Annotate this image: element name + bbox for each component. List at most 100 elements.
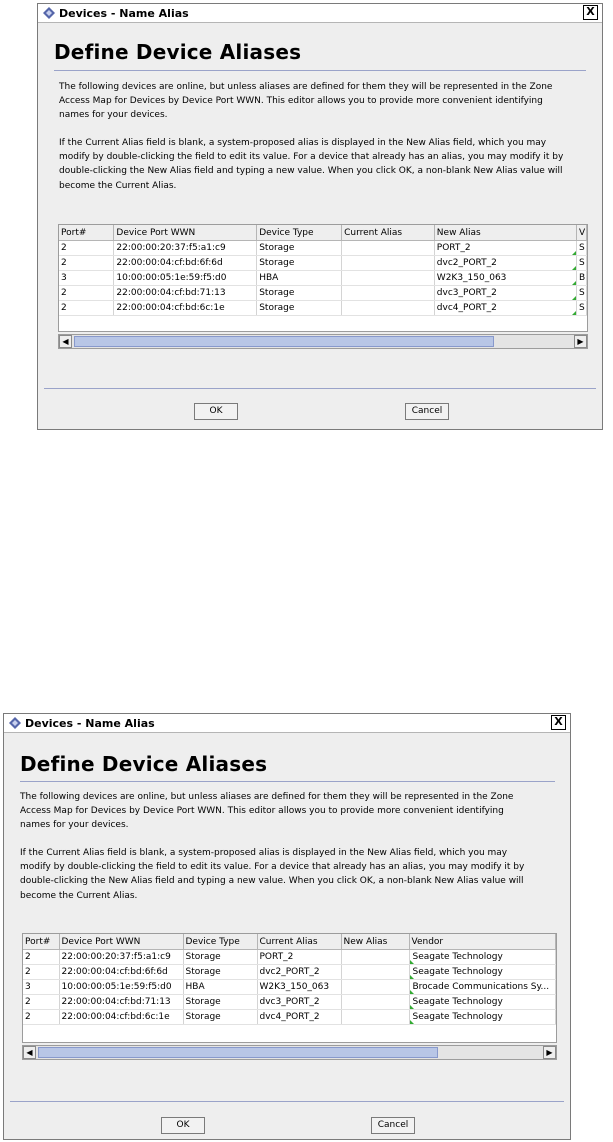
scroll-thumb[interactable]: [74, 336, 494, 347]
device-type-cell: Storage: [256, 255, 343, 271]
table-row[interactable]: 3 10:00:00:05:1e:59:f5:d0 HBA W2K3_150_0…: [59, 270, 587, 286]
table-row[interactable]: 2 22:00:00:20:37:f5:a1:c9 Storage PORT_2…: [59, 240, 587, 256]
device-type-cell: Storage: [256, 285, 343, 301]
horizontal-scrollbar[interactable]: ◀ ▶: [22, 1045, 557, 1060]
ok-button[interactable]: OK: [194, 403, 238, 420]
device-type-cell: Storage: [183, 1009, 258, 1025]
wwn-cell: 22:00:00:04:cf:bd:6f:6d: [113, 255, 258, 271]
table-row[interactable]: 2 22:00:00:20:37:f5:a1:c9 Storage PORT_2…: [23, 949, 556, 965]
vendor-cell: Seagate Technology: [409, 964, 556, 980]
new-alias-cell[interactable]: [341, 1009, 410, 1025]
wwn-cell: 22:00:00:04:cf:bd:71:13: [113, 285, 258, 301]
wwn-cell: 10:00:00:05:1e:59:f5:d0: [59, 979, 184, 995]
new-alias-cell[interactable]: dvc2_PORT_2: [434, 255, 577, 271]
wwn-cell: 22:00:00:04:cf:bd:6c:1e: [113, 300, 258, 316]
window-title: Devices - Name Alias: [59, 6, 189, 20]
intro-text: The following devices are online, but un…: [20, 792, 514, 831]
device-type-cell: Storage: [256, 240, 343, 256]
new-alias-cell[interactable]: [341, 949, 410, 965]
vendor-cell: B: [576, 270, 587, 286]
wwn-cell: 22:00:00:20:37:f5:a1:c9: [59, 949, 184, 965]
port-cell: 2: [23, 1009, 60, 1025]
detail-text: If the Current Alias field is blank, a s…: [59, 138, 564, 191]
intro-text: The following devices are online, but un…: [59, 82, 553, 121]
column-header-vendor[interactable]: V: [576, 225, 587, 241]
device-type-cell: Storage: [183, 949, 258, 965]
port-cell: 2: [23, 994, 60, 1010]
device-type-cell: Storage: [256, 300, 343, 316]
horizontal-scrollbar[interactable]: ◀ ▶: [58, 334, 588, 349]
table-header-row: Port# Device Port WWN Device Type Curren…: [23, 934, 556, 950]
table-row[interactable]: 2 22:00:00:04:cf:bd:71:13 Storage dvc3_P…: [23, 994, 556, 1010]
window-titlebar[interactable]: Devices - Name Alias X: [4, 714, 570, 733]
window-titlebar[interactable]: Devices - Name Alias X: [38, 4, 602, 23]
close-icon[interactable]: X: [551, 715, 566, 730]
port-cell: 2: [59, 255, 115, 271]
column-header-new-alias[interactable]: New Alias: [434, 225, 577, 241]
vendor-cell: Seagate Technology: [409, 994, 556, 1010]
port-cell: 3: [23, 979, 60, 995]
new-alias-cell[interactable]: [341, 994, 410, 1010]
scroll-right-icon[interactable]: ▶: [543, 1046, 556, 1059]
current-alias-cell: dvc2_PORT_2: [257, 964, 342, 980]
window-title: Devices - Name Alias: [25, 716, 155, 730]
column-header-vendor[interactable]: Vendor: [409, 934, 556, 950]
column-header-new-alias[interactable]: New Alias: [341, 934, 410, 950]
scroll-right-icon[interactable]: ▶: [574, 335, 587, 348]
column-header-current-alias[interactable]: Current Alias: [257, 934, 342, 950]
vendor-cell: Seagate Technology: [409, 949, 556, 965]
footer-divider: [44, 388, 596, 389]
vendor-cell: Seagate Technology: [409, 1009, 556, 1025]
scroll-left-icon[interactable]: ◀: [23, 1046, 36, 1059]
column-header-device-type[interactable]: Device Type: [183, 934, 258, 950]
scroll-thumb[interactable]: [38, 1047, 438, 1058]
column-header-current-alias[interactable]: Current Alias: [341, 225, 435, 241]
current-alias-cell: PORT_2: [257, 949, 342, 965]
new-alias-cell[interactable]: PORT_2: [434, 240, 577, 256]
port-cell: 2: [59, 285, 115, 301]
close-icon[interactable]: X: [583, 5, 598, 20]
table-row[interactable]: 2 22:00:00:04:cf:bd:71:13 Storage dvc3_P…: [59, 285, 587, 301]
new-alias-cell[interactable]: [341, 979, 410, 995]
current-alias-cell: [341, 285, 435, 301]
new-alias-cell[interactable]: dvc3_PORT_2: [434, 285, 577, 301]
app-logo-icon: [8, 716, 22, 730]
port-cell: 3: [59, 270, 115, 286]
column-header-wwn[interactable]: Device Port WWN: [113, 225, 258, 241]
port-cell: 2: [59, 300, 115, 316]
current-alias-cell: [341, 240, 435, 256]
table-header-row: Port# Device Port WWN Device Type Curren…: [59, 225, 587, 241]
scroll-left-icon[interactable]: ◀: [59, 335, 72, 348]
port-cell: 2: [23, 964, 60, 980]
current-alias-cell: [341, 300, 435, 316]
vendor-cell: S: [576, 285, 587, 301]
cancel-button[interactable]: Cancel: [371, 1117, 415, 1134]
wwn-cell: 22:00:00:04:cf:bd:71:13: [59, 994, 184, 1010]
new-alias-cell[interactable]: dvc4_PORT_2: [434, 300, 577, 316]
column-header-port[interactable]: Port#: [23, 934, 60, 950]
wwn-cell: 22:00:00:20:37:f5:a1:c9: [113, 240, 258, 256]
new-alias-cell[interactable]: W2K3_150_063: [434, 270, 577, 286]
column-header-wwn[interactable]: Device Port WWN: [59, 934, 184, 950]
name-alias-dialog-before: Devices - Name Alias X Define Device Ali…: [37, 3, 603, 430]
table-row[interactable]: 2 22:00:00:04:cf:bd:6c:1e Storage dvc4_P…: [59, 300, 587, 316]
device-alias-table: Port# Device Port WWN Device Type Curren…: [22, 933, 557, 1043]
current-alias-cell: [341, 270, 435, 286]
port-cell: 2: [23, 949, 60, 965]
device-type-cell: Storage: [183, 994, 258, 1010]
heading-divider: [20, 781, 555, 782]
column-header-port[interactable]: Port#: [59, 225, 115, 241]
app-logo-icon: [42, 6, 56, 20]
table-row[interactable]: 2 22:00:00:04:cf:bd:6f:6d Storage dvc2_P…: [59, 255, 587, 271]
table-row[interactable]: 2 22:00:00:04:cf:bd:6c:1e Storage dvc4_P…: [23, 1009, 556, 1025]
port-cell: 2: [59, 240, 115, 256]
wwn-cell: 22:00:00:04:cf:bd:6c:1e: [59, 1009, 184, 1025]
column-header-device-type[interactable]: Device Type: [256, 225, 343, 241]
cancel-button[interactable]: Cancel: [405, 403, 449, 420]
ok-button[interactable]: OK: [161, 1117, 205, 1134]
new-alias-cell[interactable]: [341, 964, 410, 980]
device-type-cell: HBA: [183, 979, 258, 995]
table-row[interactable]: 3 10:00:00:05:1e:59:f5:d0 HBA W2K3_150_0…: [23, 979, 556, 995]
page-title: Define Device Aliases: [20, 752, 268, 776]
table-row[interactable]: 2 22:00:00:04:cf:bd:6f:6d Storage dvc2_P…: [23, 964, 556, 980]
